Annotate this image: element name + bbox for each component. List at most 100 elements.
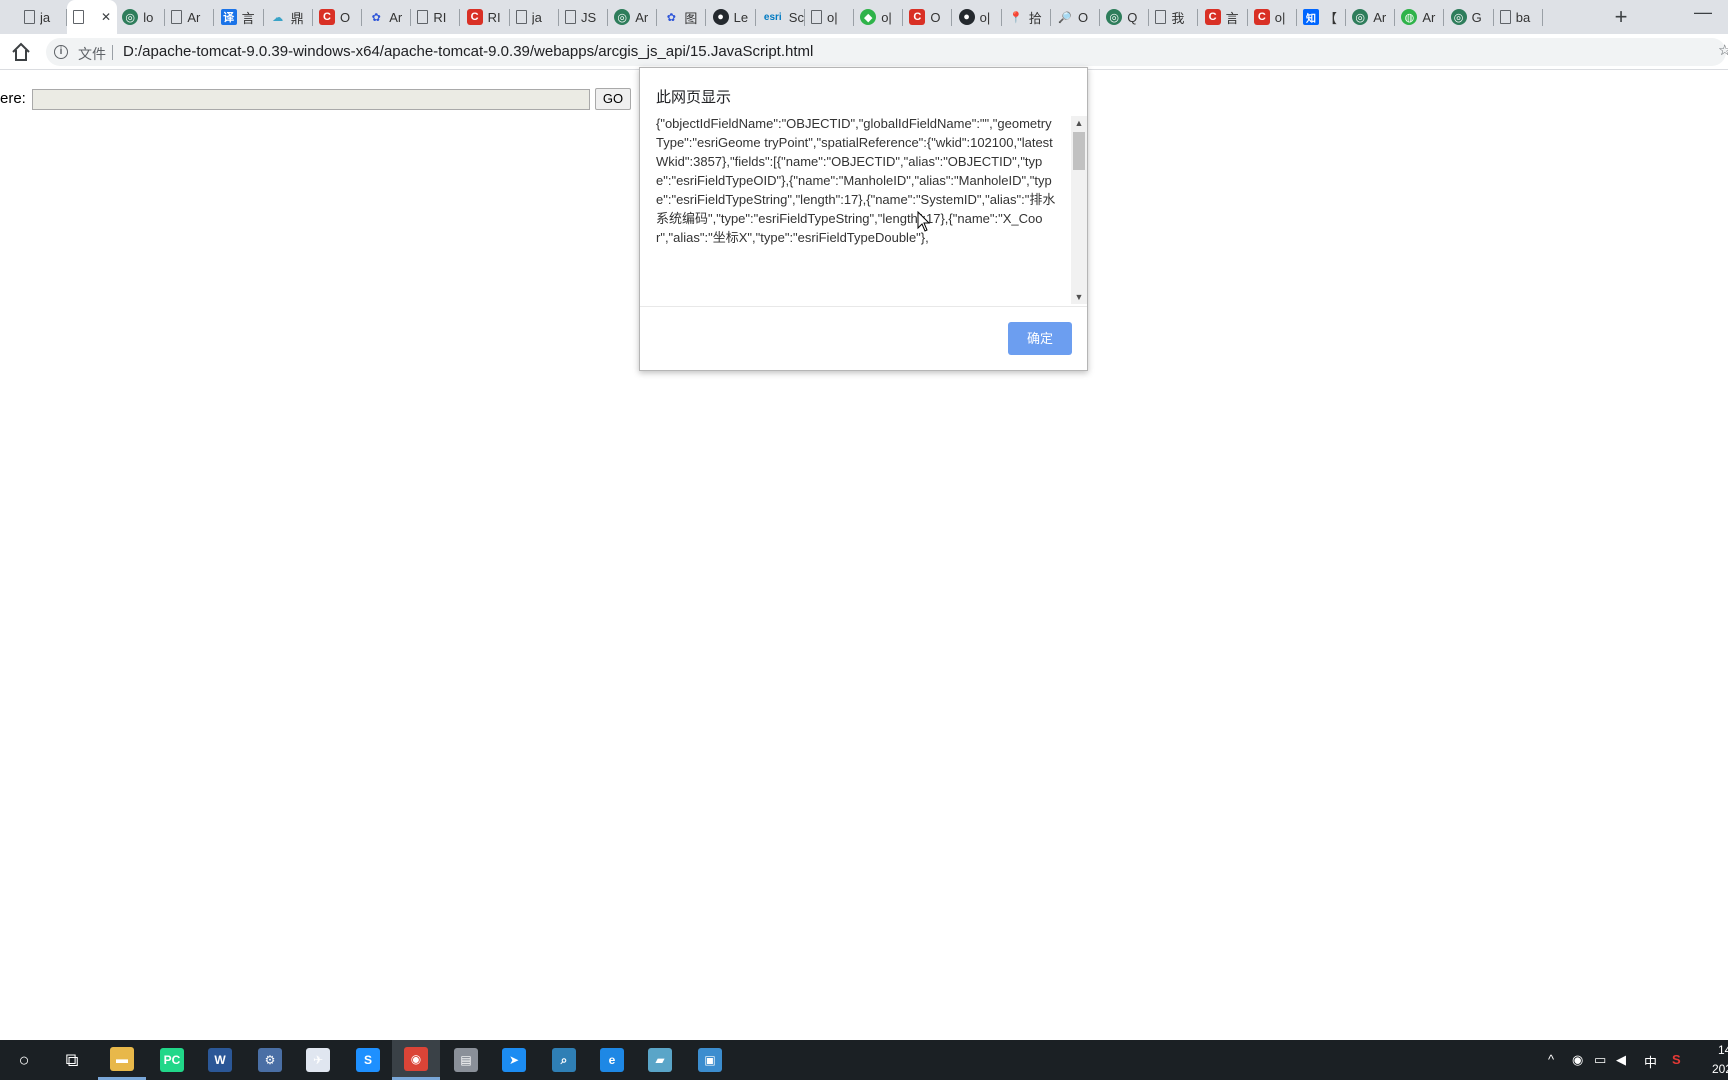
go-button[interactable]: GO xyxy=(595,88,631,110)
minimize-button[interactable]: — xyxy=(1694,2,1712,23)
taskbar-paper-plane-button[interactable]: ➤ xyxy=(490,1040,538,1080)
scroll-up-arrow-icon[interactable]: ▲ xyxy=(1071,116,1087,130)
taskbar-word-button[interactable]: W xyxy=(196,1040,244,1080)
taskbar-ie-button[interactable]: e xyxy=(588,1040,636,1080)
task-view-icon: ⧉ xyxy=(65,1049,79,1070)
tab-title: O xyxy=(930,9,941,25)
tray-chevron-icon[interactable]: ^ xyxy=(1548,1052,1554,1067)
tab-title: lo xyxy=(143,9,154,25)
screenshot-app-icon: ▣ xyxy=(698,1048,722,1072)
taskbar-screenshot-app-button[interactable]: ▣ xyxy=(686,1040,734,1080)
tab-title: O xyxy=(340,9,351,25)
taskbar-folder-app-button[interactable]: ▤ xyxy=(442,1040,490,1080)
security-label[interactable]: 文件 xyxy=(78,44,106,64)
tab-title: JS xyxy=(581,9,597,25)
csdn-icon: C xyxy=(319,9,335,25)
browser-tab[interactable]: CO xyxy=(313,0,362,34)
dialog-scrollbar[interactable]: ▲ ▼ xyxy=(1071,116,1087,304)
tab-title: Q xyxy=(1127,9,1138,25)
taskbar-pycharm-button[interactable]: PC xyxy=(148,1040,196,1080)
tab-title: G xyxy=(1471,9,1482,25)
tab-title: Ar xyxy=(1373,9,1387,25)
tab-title: Le xyxy=(733,9,749,25)
taskbar-file-explorer-button[interactable]: ▬ xyxy=(98,1040,146,1080)
taskbar-cortana-button[interactable]: ○ xyxy=(0,1040,48,1080)
clock-date[interactable]: 2020 xyxy=(1712,1062,1728,1076)
address-bar[interactable]: i 文件 D:/apache-tomcat-9.0.39-windows-x64… xyxy=(46,38,1726,66)
browser-tab[interactable]: ◎ lo xyxy=(116,0,166,34)
browser-tab[interactable]: 🔎 O xyxy=(1051,0,1100,34)
taskbar-task-view-button[interactable]: ⧉ xyxy=(48,1040,96,1080)
browser-tab[interactable]: Co| xyxy=(1248,0,1297,34)
alert-dialog: 此网页显示 {"objectIdFieldName":"OBJECTID","g… xyxy=(639,67,1088,371)
browser-tab[interactable]: ✕ xyxy=(67,0,117,34)
document-icon xyxy=(24,10,35,24)
tab-title: 【 xyxy=(1324,10,1338,26)
taskbar-network-app-button[interactable]: ⚙ xyxy=(246,1040,294,1080)
browser-tab[interactable]: ◍ Ar xyxy=(1395,0,1445,34)
taskbar-search-tool-button[interactable]: ⌕ xyxy=(540,1040,588,1080)
dialog-divider xyxy=(640,306,1087,307)
scroll-down-arrow-icon[interactable]: ▼ xyxy=(1071,290,1087,304)
browser-tab[interactable]: ◎ G xyxy=(1445,0,1494,34)
browser-tab[interactable]: ☁ 鼎 xyxy=(264,0,313,34)
volume-icon[interactable]: ◀ xyxy=(1616,1052,1626,1068)
browser-tab[interactable]: ba xyxy=(1494,0,1543,34)
browser-tab[interactable]: ja xyxy=(0,0,67,34)
browser-tab[interactable]: RI xyxy=(411,0,461,34)
ime-indicator[interactable]: 中 xyxy=(1644,1052,1657,1071)
taskbar-feishu-button[interactable]: ✈ xyxy=(294,1040,342,1080)
browser-tab[interactable]: ja xyxy=(510,0,559,34)
browser-tab[interactable]: 📍 拾 xyxy=(1002,0,1051,34)
home-button[interactable] xyxy=(10,41,32,63)
browser-tab[interactable]: C言 xyxy=(1199,0,1248,34)
ok-button[interactable]: 确定 xyxy=(1008,322,1072,355)
network-icon[interactable]: ▭ xyxy=(1594,1052,1606,1068)
browser-tab[interactable]: 知【 xyxy=(1297,0,1346,34)
taskbar-s-app-button[interactable]: S xyxy=(344,1040,392,1080)
document-icon xyxy=(417,10,429,24)
url-text[interactable]: D:/apache-tomcat-9.0.39-windows-x64/apac… xyxy=(123,43,813,60)
tab-title: 图 xyxy=(684,10,698,26)
browser-tab[interactable]: 译言 xyxy=(215,0,264,34)
home-icon xyxy=(12,42,30,61)
magnifier-icon: 🔎 xyxy=(1058,11,1072,24)
sogou-ime-icon[interactable]: S xyxy=(1672,1052,1681,1067)
folder-app-icon: ▤ xyxy=(454,1048,478,1072)
document-icon xyxy=(515,10,527,24)
browser-tab[interactable]: o| xyxy=(805,0,854,34)
browser-tab[interactable]: JS xyxy=(559,0,608,34)
translate-icon: 译 xyxy=(220,9,237,25)
browser-tab[interactable]: ✿ Ar xyxy=(362,0,412,34)
browser-tab[interactable]: ◎ Ar xyxy=(608,0,658,34)
browser-tab[interactable]: ◎ Ar xyxy=(1346,0,1396,34)
browser-tab[interactable]: Ar xyxy=(165,0,215,34)
globe-icon: ◎ xyxy=(1352,9,1369,25)
browser-tab[interactable]: esri Sc xyxy=(756,0,805,34)
browser-tab[interactable]: C RI xyxy=(461,0,510,34)
esri-icon: esri xyxy=(763,11,782,23)
browser-tab[interactable]: CO xyxy=(903,0,953,34)
browser-tab[interactable]: ◎ Q xyxy=(1100,0,1150,34)
tab-close-icon[interactable]: ✕ xyxy=(101,10,111,24)
browser-tab[interactable]: ● o| xyxy=(953,0,1002,34)
new-tab-button[interactable]: + xyxy=(1608,4,1634,30)
tab-title: ja xyxy=(531,9,542,25)
info-icon[interactable]: i xyxy=(54,45,68,59)
bookmark-star-icon[interactable]: ☆ xyxy=(1718,41,1728,59)
browser-tab[interactable]: ✿ 图 xyxy=(657,0,707,34)
browser-tab[interactable]: ◆ o| xyxy=(854,0,904,34)
tray-app-icon[interactable]: ◉ xyxy=(1572,1052,1583,1068)
browser-toolbar: i 文件 D:/apache-tomcat-9.0.39-windows-x64… xyxy=(0,34,1728,70)
taskbar-book-app-button[interactable]: ▰ xyxy=(636,1040,684,1080)
document-icon xyxy=(565,10,576,24)
taskbar-chrome-button[interactable]: ◉ xyxy=(392,1040,440,1080)
scroll-thumb[interactable] xyxy=(1073,132,1085,170)
tab-separator xyxy=(1541,9,1543,26)
tab-title: 言 xyxy=(1225,10,1239,26)
clock-time[interactable]: 14: xyxy=(1718,1043,1728,1057)
where-input[interactable] xyxy=(32,89,590,110)
browser-tab[interactable]: ● Le xyxy=(707,0,756,34)
tab-title: Ar xyxy=(635,9,649,25)
browser-tab[interactable]: 我 xyxy=(1149,0,1199,34)
